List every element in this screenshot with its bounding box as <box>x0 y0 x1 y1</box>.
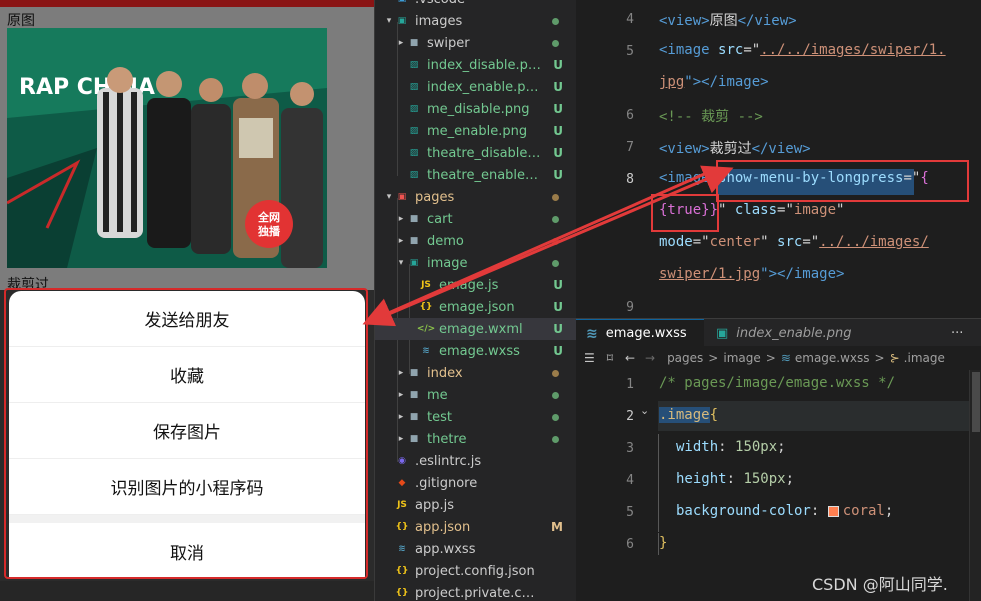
arrow-to-code <box>369 165 734 324</box>
arrow-to-sheet <box>362 166 719 327</box>
annotation-arrows <box>362 165 734 327</box>
watermark: CSDN @阿山同学. <box>812 575 948 594</box>
